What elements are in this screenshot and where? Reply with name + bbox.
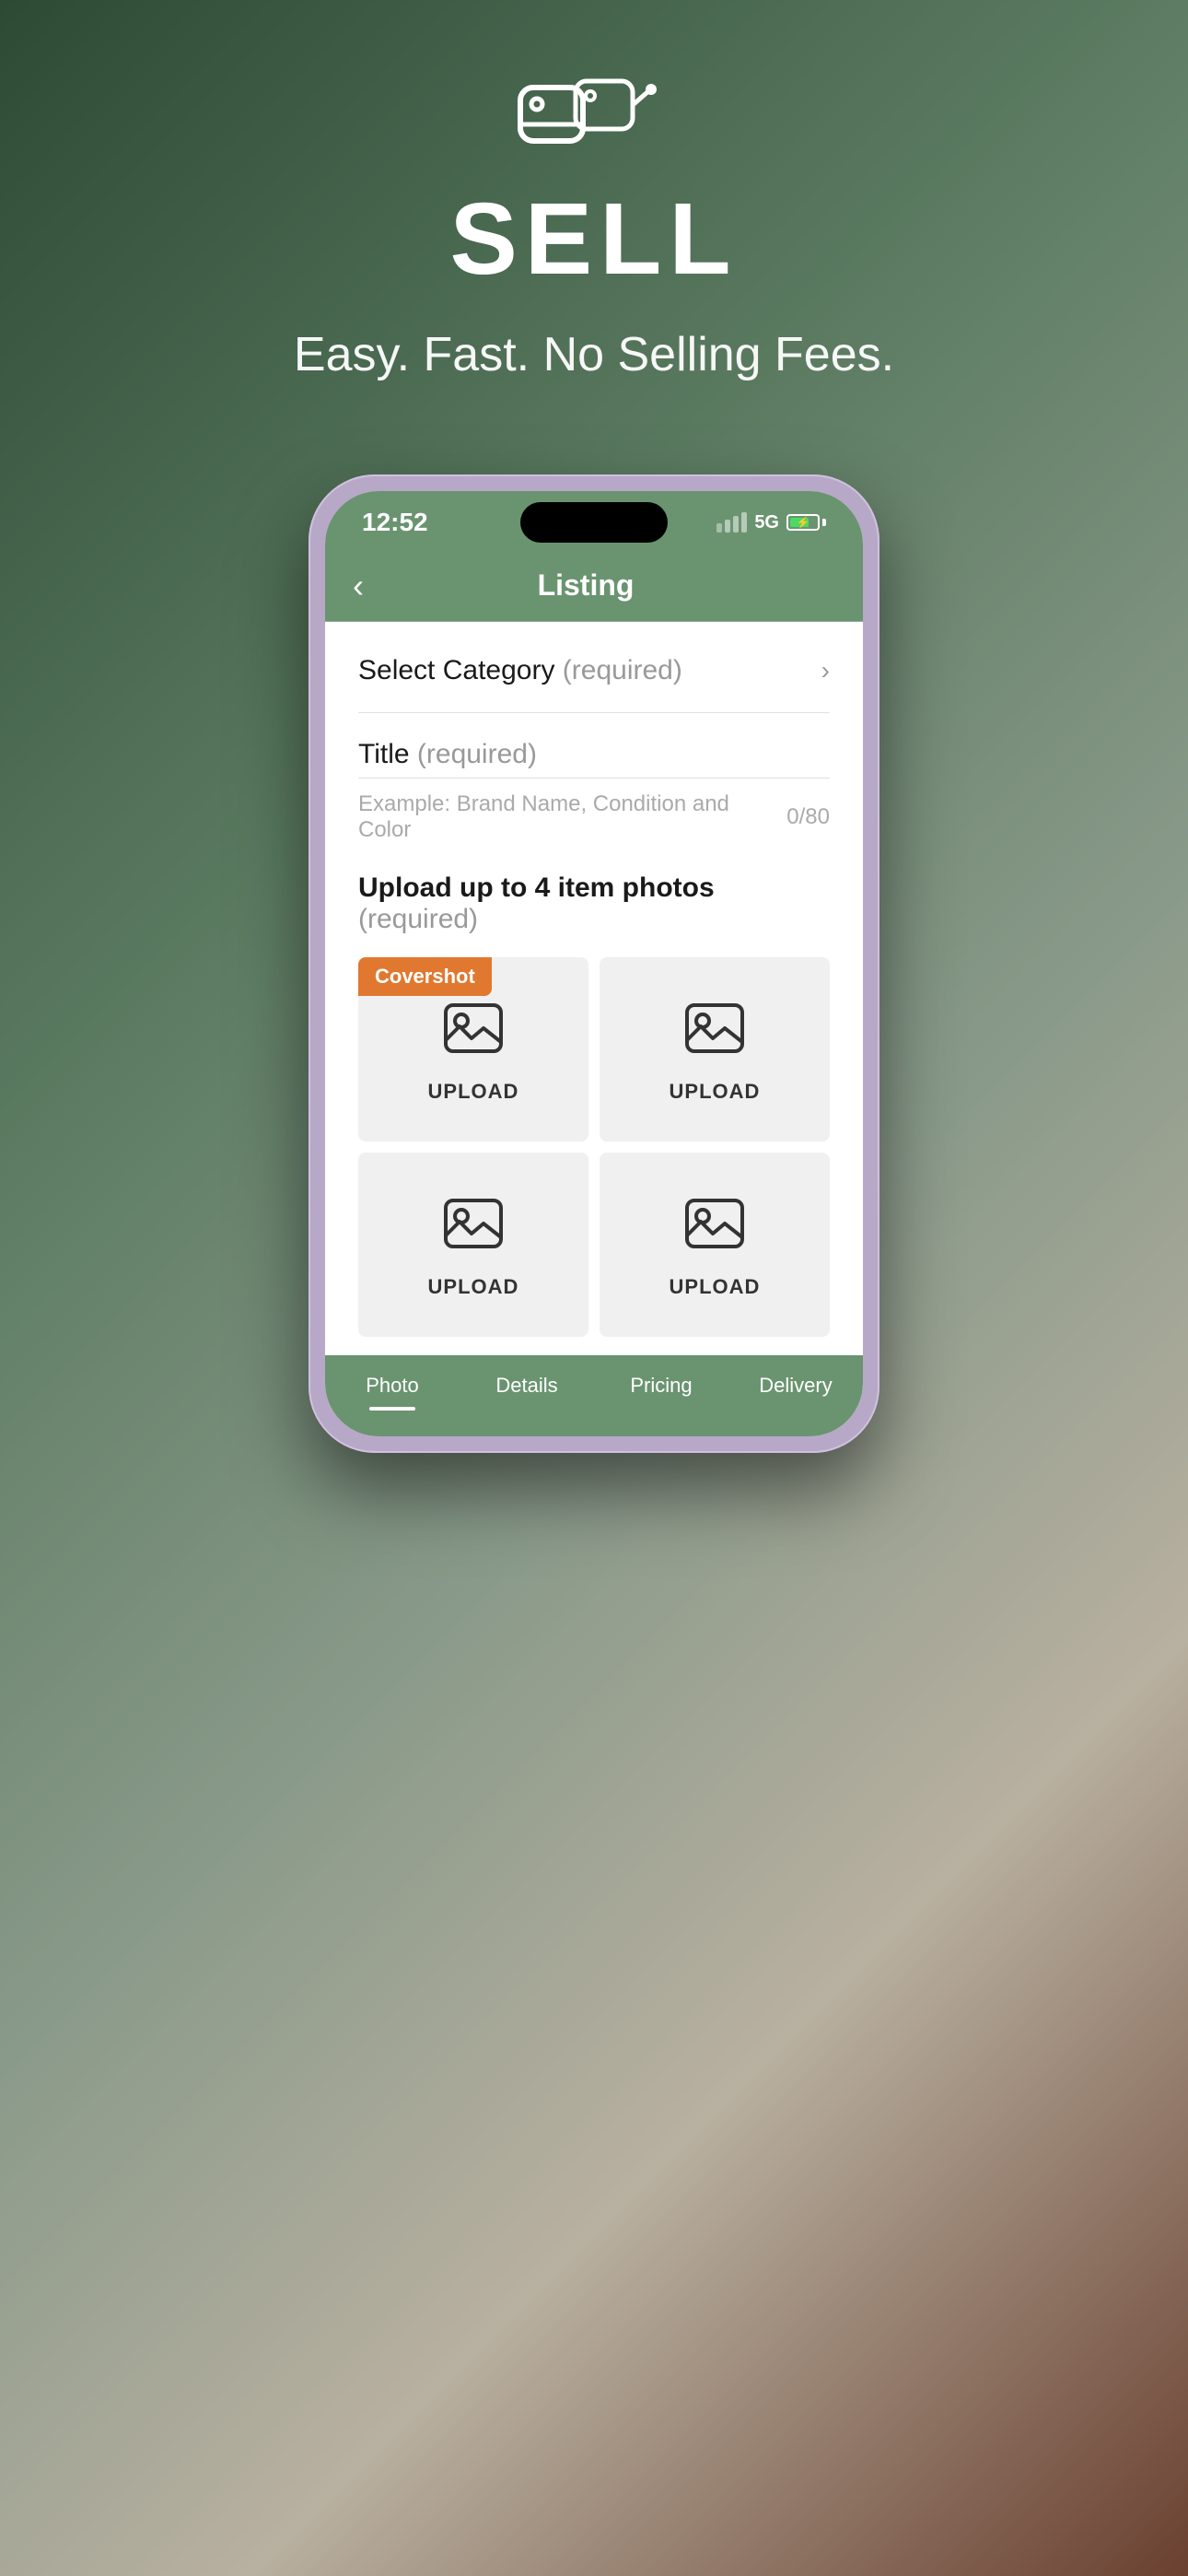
header-section: SELL Easy. Fast. No Selling Fees. bbox=[0, 0, 1188, 419]
title-label-text: Title bbox=[358, 739, 410, 769]
phone-mockup: 12:52 5G ⚡ bbox=[0, 474, 1188, 1453]
category-label-text: Select Category bbox=[358, 655, 554, 685]
category-row[interactable]: Select Category (required) › bbox=[358, 622, 830, 713]
upload-grid: Covershot UPLOAD bbox=[358, 957, 830, 1337]
network-label: 5G bbox=[754, 512, 779, 533]
status-right: 5G ⚡ bbox=[716, 512, 826, 533]
nav-title: Listing bbox=[364, 568, 808, 603]
title-label: Title (required) bbox=[358, 739, 830, 770]
upload-cell-3[interactable]: UPLOAD bbox=[358, 1153, 588, 1337]
tab-details[interactable]: Details bbox=[460, 1374, 594, 1411]
signal-bars-icon bbox=[716, 512, 747, 533]
upload-icon-2 bbox=[682, 996, 747, 1065]
tab-photo[interactable]: Photo bbox=[325, 1374, 460, 1411]
phone-outer: 12:52 5G ⚡ bbox=[309, 474, 879, 1453]
logo-icon bbox=[511, 74, 677, 161]
chevron-right-icon: › bbox=[821, 656, 830, 685]
upload-label-3: UPLOAD bbox=[428, 1275, 519, 1299]
upload-label-1: UPLOAD bbox=[428, 1080, 519, 1104]
upload-cell-4[interactable]: UPLOAD bbox=[600, 1153, 830, 1337]
upload-heading: Upload up to 4 item photos (required) bbox=[358, 872, 830, 935]
upload-icon-1 bbox=[441, 996, 506, 1065]
battery-icon: ⚡ bbox=[786, 514, 826, 531]
category-label: Select Category (required) bbox=[358, 655, 682, 686]
dynamic-island bbox=[520, 502, 668, 543]
tab-photo-indicator bbox=[369, 1407, 415, 1411]
page-title: SELL bbox=[0, 189, 1188, 290]
tab-details-label: Details bbox=[495, 1374, 557, 1398]
char-count: 0/80 bbox=[786, 804, 830, 830]
upload-heading-text: Upload up to 4 item photos bbox=[358, 872, 715, 903]
upload-section: Upload up to 4 item photos (required) Co… bbox=[358, 865, 830, 1355]
phone-inner: 12:52 5G ⚡ bbox=[325, 491, 863, 1436]
upload-cell-2[interactable]: UPLOAD bbox=[600, 957, 830, 1142]
covershot-badge: Covershot bbox=[358, 957, 492, 996]
title-row: Title (required) bbox=[358, 713, 830, 779]
page-subtitle: Easy. Fast. No Selling Fees. bbox=[0, 327, 1188, 382]
upload-icon-3 bbox=[441, 1191, 506, 1260]
upload-label-4: UPLOAD bbox=[670, 1275, 761, 1299]
upload-label-2: UPLOAD bbox=[670, 1080, 761, 1104]
form-content: Select Category (required) › Title (requ… bbox=[325, 622, 863, 1355]
nav-bar: ‹ Listing bbox=[325, 550, 863, 622]
tab-photo-label: Photo bbox=[366, 1374, 419, 1398]
upload-icon-4 bbox=[682, 1191, 747, 1260]
status-time: 12:52 bbox=[362, 508, 428, 537]
title-required: (required) bbox=[410, 739, 537, 769]
upload-required: (required) bbox=[358, 904, 478, 934]
tab-delivery[interactable]: Delivery bbox=[728, 1374, 863, 1411]
category-required: (required) bbox=[563, 655, 682, 685]
back-button[interactable]: ‹ bbox=[353, 569, 364, 603]
tab-bar: Photo Details Pricing Delivery bbox=[325, 1355, 863, 1436]
example-row: Example: Brand Name, Condition and Color… bbox=[358, 779, 830, 865]
tab-delivery-label: Delivery bbox=[759, 1374, 832, 1398]
tab-pricing-label: Pricing bbox=[630, 1374, 692, 1398]
tab-pricing[interactable]: Pricing bbox=[594, 1374, 728, 1411]
upload-cell-1[interactable]: Covershot UPLOAD bbox=[358, 957, 588, 1142]
title-placeholder: Example: Brand Name, Condition and Color bbox=[358, 791, 786, 843]
status-bar: 12:52 5G ⚡ bbox=[325, 491, 863, 550]
